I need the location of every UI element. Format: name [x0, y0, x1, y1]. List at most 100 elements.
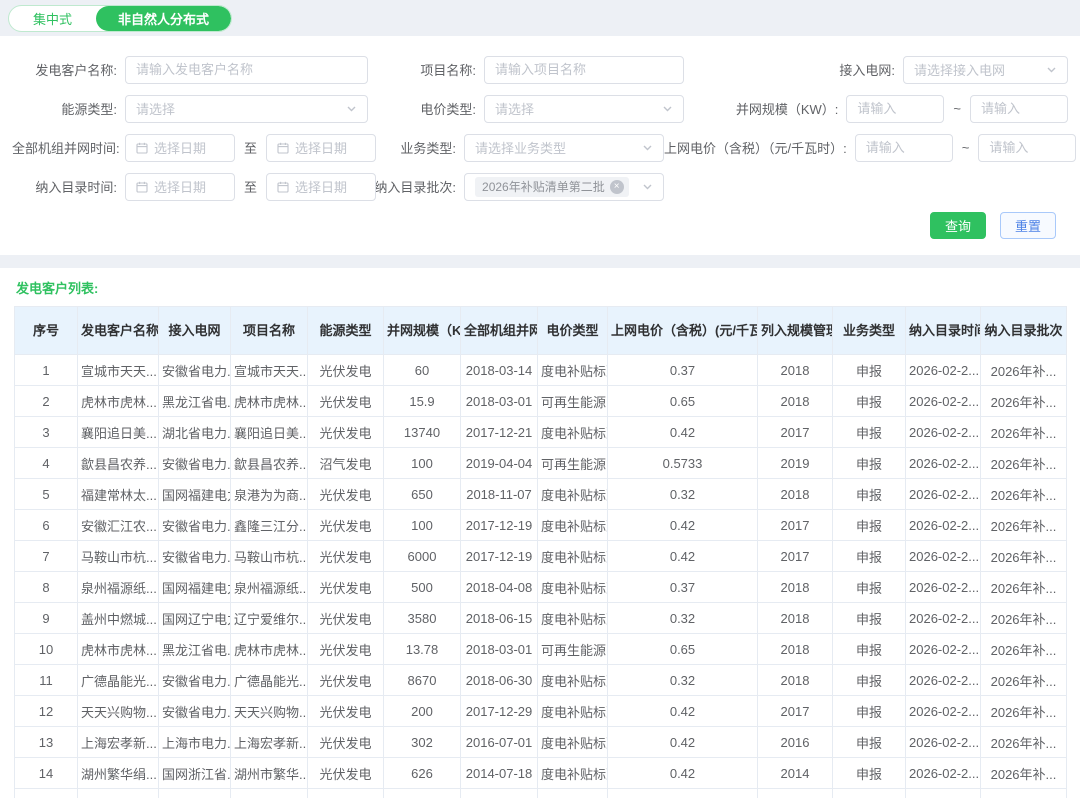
query-button[interactable]: 查询	[929, 212, 986, 239]
price-min-input[interactable]	[854, 133, 953, 162]
table-cell: 2018	[757, 571, 833, 603]
table-cell: 2026年补...	[980, 571, 1067, 603]
table-cell: 2026-02-2...	[905, 664, 981, 696]
filter-customer-name: 发电客户名称:	[12, 55, 368, 84]
energy-type-select[interactable]: 请选择	[125, 94, 368, 123]
table-cell: 0.42	[607, 695, 758, 727]
catalog-batch-select[interactable]: 2026年补贴清单第二批 ×	[464, 172, 665, 201]
table-cell: 12	[14, 695, 78, 727]
grid-label: 接入电网:	[839, 63, 895, 78]
column-header: 并网规模（KW）	[383, 306, 461, 355]
column-header: 能源类型	[307, 306, 384, 355]
table-cell: 国网福建电力	[158, 571, 231, 603]
table-cell: 0.42	[607, 757, 758, 789]
energy-type-label: 能源类型:	[61, 102, 117, 117]
date-placeholder: 选择日期	[154, 141, 207, 156]
table-cell: 2026年补...	[980, 695, 1067, 727]
table-cell: 2018-03-14	[460, 354, 538, 386]
project-name-input[interactable]	[484, 55, 684, 84]
column-header: 全部机组并网时间	[460, 306, 538, 355]
tab-distributed[interactable]: 非自然人分布式	[96, 5, 232, 31]
table-cell: 光伏发电	[307, 726, 384, 758]
all-units-end-date[interactable]: 选择日期	[266, 133, 377, 162]
table-cell: 上海市电力...	[158, 726, 231, 758]
grid-scale-max-input[interactable]	[970, 94, 1068, 123]
table-cell: 2018	[757, 478, 833, 510]
calendar-icon	[136, 142, 148, 154]
table-cell: 辽宁爱维尔...	[230, 602, 308, 634]
table-cell: 5	[14, 478, 78, 510]
table-cell: 2026年补...	[980, 354, 1067, 386]
filter-grid: 接入电网: 请选择接入电网	[839, 55, 1068, 84]
column-header: 纳入目录时间	[905, 306, 981, 355]
table-cell: 2026年补...	[980, 602, 1067, 634]
catalog-start-date[interactable]: 选择日期	[125, 172, 235, 201]
table-cell: 宣城市天天...	[230, 354, 308, 386]
table-cell: 度电补贴标准	[537, 354, 608, 386]
table-cell: 光伏发电	[307, 385, 384, 417]
price-max-input[interactable]	[978, 133, 1077, 162]
table-cell: 0.42	[607, 509, 758, 541]
table-cell: 申报	[832, 571, 906, 603]
table-cell: 天天兴购物...	[77, 695, 159, 727]
business-type-placeholder: 请选择业务类型	[475, 141, 567, 156]
table-cell: 60	[383, 354, 461, 386]
table-cell: 开封浦水新...	[230, 788, 308, 798]
table-cell: 度电补贴标准	[537, 416, 608, 448]
chevron-down-icon	[643, 184, 652, 190]
table-row: 13 上海宏孝新... 上海市电力... 上海宏孝新... 光伏发电 302 2016-07…	[14, 726, 1067, 758]
reset-button[interactable]: 重置	[999, 212, 1056, 239]
table-cell: 2026-02-2...	[905, 509, 981, 541]
customer-table-body: 1 宣城市天天... 安徽省电力... 宣城市天天... 光伏发电 60 2018-03-1…	[14, 354, 1067, 798]
table-cell: 2017-12-29	[460, 695, 538, 727]
table-cell: 8670	[383, 664, 461, 696]
table-cell: 2026年补...	[980, 726, 1067, 758]
customer-name-input[interactable]	[125, 55, 368, 84]
price-type-label: 电价类型:	[420, 102, 476, 117]
catalog-end-date[interactable]: 选择日期	[266, 172, 377, 201]
filter-row-4: 纳入目录时间: 选择日期 至 选择日期 纳入目录批次: 2026年补贴清单第二批…	[12, 167, 1068, 206]
table-row: 6 安徽汇江农... 安徽省电力... 鑫隆三江分... 光伏发电 100 2017-12-…	[14, 509, 1067, 541]
table-row: 11 广德晶能光... 安徽省电力... 广德晶能光... 光伏发电 8670 2018-0…	[14, 664, 1067, 696]
table-cell: 光伏发电	[307, 354, 384, 386]
table-cell: 光伏发电	[307, 695, 384, 727]
table-cell: 2026-02-2...	[905, 633, 981, 665]
filter-all-units-time: 全部机组并网时间: 选择日期 至 选择日期	[12, 133, 377, 162]
table-cell: 安徽汇江农...	[77, 509, 159, 541]
table-cell: 申报	[832, 416, 906, 448]
table-cell: 2014	[757, 757, 833, 789]
catalog-batch-label: 纳入目录批次:	[374, 180, 457, 195]
table-cell: 安徽省电力...	[158, 354, 231, 386]
table-cell: 626	[383, 757, 461, 789]
table-cell: 2018-03-01	[460, 633, 538, 665]
table-cell: 度电补贴标准	[537, 726, 608, 758]
table-cell: 沼气发电	[307, 447, 384, 479]
table-row: 10 虎林市虎林... 黑龙江省电... 虎林市虎林... 光伏发电 13.78 2018-…	[14, 633, 1067, 665]
tab-centralized[interactable]: 集中式	[9, 6, 96, 31]
grid-scale-min-input[interactable]	[846, 94, 945, 123]
business-type-select[interactable]: 请选择业务类型	[464, 133, 665, 162]
date-placeholder: 选择日期	[154, 180, 207, 195]
table-cell: 度电补贴标准	[537, 478, 608, 510]
tag-close-icon[interactable]: ×	[609, 179, 624, 194]
column-header: 发电客户名称	[77, 306, 159, 355]
price-type-select[interactable]: 请选择	[484, 94, 684, 123]
table-cell: 2018-11-07	[460, 478, 538, 510]
table-cell: 2017	[757, 416, 833, 448]
table-cell: 申报	[832, 788, 906, 798]
catalog-time-label: 纳入目录时间:	[35, 180, 117, 195]
table-row: 5福建常林太...国网福建电力泉港为为商...光伏发电6502018-11-07…	[14, 478, 1067, 510]
table-cell: 2026年补...	[980, 788, 1067, 798]
table-cell: 湖州市繁华...	[230, 757, 308, 789]
table-cell: 13740	[383, 416, 461, 448]
table-cell: 国网浙江省...	[158, 757, 231, 789]
panel-divider	[0, 255, 1080, 268]
table-cell: 13.78	[383, 633, 461, 665]
table-cell: 0.32	[607, 602, 758, 634]
all-units-start-date[interactable]: 选择日期	[125, 133, 235, 162]
grid-select[interactable]: 请选择接入电网	[903, 55, 1068, 84]
table-cell: 可再生能源...	[537, 633, 608, 665]
table-cell: 度电补贴标准	[537, 788, 608, 798]
calendar-icon	[136, 181, 148, 193]
table-cell: 15.9	[383, 385, 461, 417]
